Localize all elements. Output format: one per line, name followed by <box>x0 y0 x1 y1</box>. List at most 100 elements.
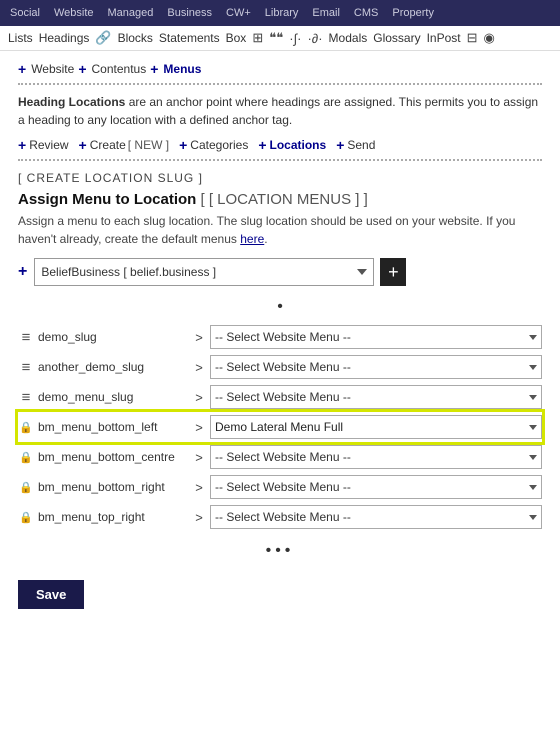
nav-managed[interactable]: Managed <box>104 7 158 19</box>
slug-name-demo-slug: demo_slug <box>38 330 188 344</box>
drag-icon-demo-menu-slug <box>18 389 34 406</box>
menu-select-bm-top-right[interactable]: -- Select Website Menu -- <box>210 505 542 529</box>
toolbar-dot1-icon[interactable]: ·∫· <box>289 31 301 46</box>
nav-social[interactable]: Social <box>6 7 44 19</box>
divider-1 <box>18 83 542 85</box>
toolbar-lists[interactable]: Lists <box>8 31 33 45</box>
toolbar-box[interactable]: Box <box>226 31 247 45</box>
slug-name-bm-bottom-centre: bm_menu_bottom_centre <box>38 450 188 464</box>
toolbar-blocks[interactable]: Blocks <box>118 31 153 45</box>
lock-icon-bm-bottom-centre <box>18 451 34 464</box>
nav-website-link[interactable]: Website <box>31 62 74 76</box>
arrow-demo-slug: > <box>192 330 206 345</box>
toolbar-headings[interactable]: Headings <box>39 31 90 45</box>
arrow-bm-top-right: > <box>192 510 206 525</box>
slug-row-bm-menu-bottom-right: bm_menu_bottom_right > -- Select Website… <box>18 472 542 502</box>
slug-row-bm-menu-bottom-left: bm_menu_bottom_left > Demo Lateral Menu … <box>18 412 542 442</box>
toolbar-glossary[interactable]: Glossary <box>373 31 420 45</box>
section-nav-categories[interactable]: + Categories <box>179 137 248 153</box>
categories-label[interactable]: Categories <box>190 138 248 152</box>
section-nav-review[interactable]: + Review <box>18 137 69 153</box>
nav-menus-link[interactable]: Menus <box>163 62 201 76</box>
menu-select-another-demo-slug[interactable]: -- Select Website Menu -- <box>210 355 542 379</box>
drag-icon-demo-slug <box>18 329 34 346</box>
slug-name-demo-menu-slug: demo_menu_slug <box>38 390 188 404</box>
menus-plus-icon[interactable]: + <box>150 61 158 77</box>
locations-plus-icon: + <box>258 137 266 153</box>
nav-cms[interactable]: CMS <box>350 7 382 19</box>
locations-label[interactable]: Locations <box>270 138 327 152</box>
heading-locations-label: Heading Locations <box>18 95 125 109</box>
nav-contentus-link[interactable]: Contentus <box>92 62 147 76</box>
location-menus-label: [ [ LOCATION MENUS ] ] <box>201 191 368 208</box>
create-bracket: [ NEW ] <box>128 138 169 152</box>
slug-row-demo-menu-slug: demo_menu_slug > -- Select Website Menu … <box>18 382 542 412</box>
review-label[interactable]: Review <box>29 138 68 152</box>
save-button[interactable]: Save <box>18 580 84 609</box>
toolbar-inpost[interactable]: InPost <box>427 31 461 45</box>
section-nav: + Review + Create [ NEW ] + Categories +… <box>18 137 542 153</box>
breadcrumb-nav: + Website + Contentus + Menus <box>18 61 542 77</box>
menu-select-bm-bottom-centre[interactable]: -- Select Website Menu -- <box>210 445 542 469</box>
slug-row-demo-slug: demo_slug > -- Select Website Menu -- <box>18 322 542 352</box>
toolbar-grid-icon[interactable]: ⊞ <box>252 30 263 46</box>
nav-cw[interactable]: CW+ <box>222 7 255 19</box>
lock-icon-bm-top-right <box>18 511 34 524</box>
nav-property[interactable]: Property <box>388 7 438 19</box>
assign-description: Assign a menu to each slug location. The… <box>18 212 542 248</box>
menu-select-bm-bottom-left[interactable]: Demo Lateral Menu Full -- Select Website… <box>210 415 542 439</box>
slug-row-bm-menu-bottom-centre: bm_menu_bottom_centre > -- Select Websit… <box>18 442 542 472</box>
review-plus-icon: + <box>18 137 26 153</box>
section-nav-create[interactable]: + Create [ NEW ] <box>79 137 170 153</box>
menu-select-demo-menu-slug[interactable]: -- Select Website Menu -- <box>210 385 542 409</box>
divider-2 <box>18 159 542 161</box>
arrow-bm-bottom-right: > <box>192 480 206 495</box>
triple-dot-separator: ••• <box>18 542 542 560</box>
top-nav: Social Website Managed Business CW+ Libr… <box>0 0 560 26</box>
section-nav-send[interactable]: + Send <box>336 137 375 153</box>
categories-plus-icon: + <box>179 137 187 153</box>
toolbar-list2-icon[interactable]: ⊟ <box>467 30 478 46</box>
business-dropdown-row: + BeliefBusiness [ belief.business ] + <box>18 258 542 286</box>
assign-menu-title: Assign Menu to Location [ [ LOCATION MEN… <box>18 191 542 208</box>
drag-icon-another-demo-slug <box>18 359 34 376</box>
slug-name-bm-bottom-left: bm_menu_bottom_left <box>38 420 188 434</box>
slug-row-bm-menu-top-right: bm_menu_top_right > -- Select Website Me… <box>18 502 542 532</box>
section-nav-locations[interactable]: + Locations <box>258 137 326 153</box>
slug-name-another-demo-slug: another_demo_slug <box>38 360 188 374</box>
slug-name-bm-top-right: bm_menu_top_right <box>38 510 188 524</box>
toolbar-quote-icon[interactable]: ❝❝ <box>269 30 283 46</box>
menu-select-demo-slug[interactable]: -- Select Website Menu -- <box>210 325 542 349</box>
contentus-plus-icon[interactable]: + <box>78 61 86 77</box>
nav-library[interactable]: Library <box>261 7 303 19</box>
info-section: Heading Locations are an anchor point wh… <box>18 93 542 129</box>
send-label[interactable]: Send <box>347 138 375 152</box>
arrow-another-demo-slug: > <box>192 360 206 375</box>
toolbar-dot2-icon[interactable]: ·∂· <box>307 31 322 46</box>
toolbar-statements[interactable]: Statements <box>159 31 220 45</box>
send-plus-icon: + <box>336 137 344 153</box>
toolbar-circle-icon[interactable]: ◉ <box>484 30 495 46</box>
business-select[interactable]: BeliefBusiness [ belief.business ] <box>34 258 374 286</box>
toolbar: Lists Headings 🔗 Blocks Statements Box ⊞… <box>0 26 560 51</box>
arrow-bm-bottom-left: > <box>192 420 206 435</box>
main-content: + Website + Contentus + Menus Heading Lo… <box>0 51 560 629</box>
add-button[interactable]: + <box>380 258 406 286</box>
slug-name-bm-bottom-right: bm_menu_bottom_right <box>38 480 188 494</box>
create-plus-icon: + <box>79 137 87 153</box>
lock-icon-bm-bottom-left <box>18 421 34 434</box>
toolbar-link-icon[interactable]: 🔗 <box>95 30 111 46</box>
menu-select-bm-bottom-right[interactable]: -- Select Website Menu -- <box>210 475 542 499</box>
nav-website[interactable]: Website <box>50 7 98 19</box>
dot-separator: • <box>18 298 542 316</box>
toolbar-modals[interactable]: Modals <box>329 31 368 45</box>
default-menus-link[interactable]: here <box>240 232 264 246</box>
create-label[interactable]: Create <box>90 138 126 152</box>
slug-row-another-demo-slug: another_demo_slug > -- Select Website Me… <box>18 352 542 382</box>
arrow-demo-menu-slug: > <box>192 390 206 405</box>
nav-email[interactable]: Email <box>308 7 344 19</box>
website-plus-icon[interactable]: + <box>18 61 26 77</box>
nav-business[interactable]: Business <box>163 7 216 19</box>
dropdown-plus-icon[interactable]: + <box>18 263 27 281</box>
arrow-bm-bottom-centre: > <box>192 450 206 465</box>
